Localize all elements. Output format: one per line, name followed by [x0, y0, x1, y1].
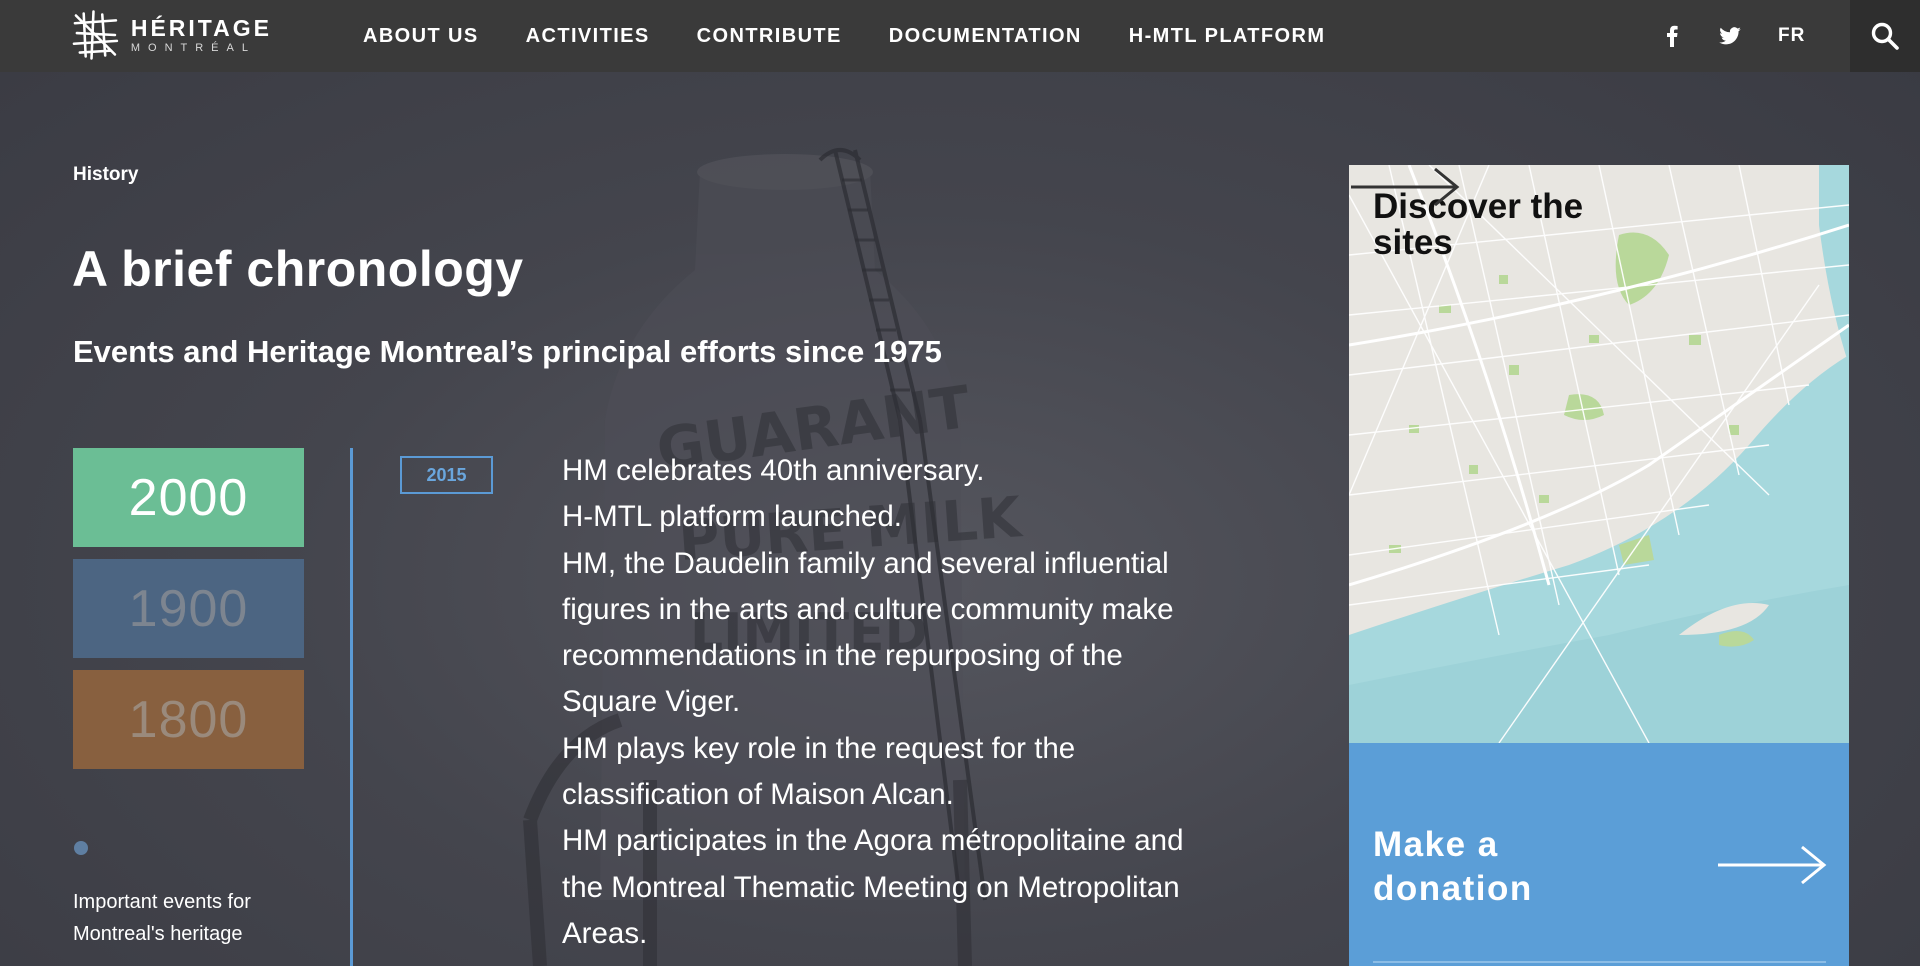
nav-item-h-mtl-platform[interactable]: H-MTL PLATFORM: [1129, 25, 1326, 48]
arrow-right-icon: [1718, 845, 1827, 885]
top-navigation-bar: HÉRITAGE MONTRÉAL ABOUT US ACTIVITIES CO…: [0, 0, 1920, 72]
event-item: H-MTL platform launched.: [562, 500, 902, 534]
event-item: HM, the Daudelin family and several infl…: [562, 546, 1174, 719]
search-icon: [1871, 22, 1899, 50]
event-item: HM celebrates 40th anniversary.: [562, 454, 985, 487]
logo-name: HÉRITAGE: [130, 14, 272, 41]
nav-item-about-us[interactable]: ABOUT US: [363, 25, 479, 48]
heritage-montreal-logo[interactable]: HÉRITAGE MONTRÉAL: [72, 6, 272, 64]
legend-dot: [74, 841, 88, 855]
breadcrumb[interactable]: History: [73, 164, 138, 186]
twitter-icon[interactable]: [1718, 24, 1742, 48]
year-badge: 2015: [400, 456, 493, 494]
page-subtitle: Events and Heritage Montreal’s principal…: [73, 334, 942, 369]
donation-divider: [1373, 961, 1826, 963]
legend-text: Important events for Montreal's heritage: [73, 891, 251, 945]
event-list: HM celebrates 40th anniversary. H-MTL pl…: [562, 448, 1202, 957]
discover-sites-card[interactable]: Discover the sites: [1349, 165, 1849, 743]
logo-city: MONTRÉAL: [130, 41, 256, 54]
era-button-1900[interactable]: 1900: [73, 559, 304, 658]
logo-hatch-icon: [72, 10, 119, 60]
nav-item-activities[interactable]: ACTIVITIES: [526, 25, 650, 48]
event-item: HM participates in the Agora métropolita…: [562, 824, 1184, 950]
page-title: A brief chronology: [72, 241, 524, 297]
make-donation-card[interactable]: Make a donation: [1349, 743, 1849, 966]
era-button-1800[interactable]: 1800: [73, 670, 304, 769]
social-links: FR: [1660, 0, 1805, 72]
donation-title: Make a donation: [1373, 825, 1533, 908]
timeline-line: [350, 448, 353, 966]
event-item: HM plays key role in the request for the…: [562, 731, 1076, 812]
main-menu: ABOUT US ACTIVITIES CONTRIBUTE DOCUMENTA…: [363, 0, 1325, 72]
nav-item-contribute[interactable]: CONTRIBUTE: [697, 25, 842, 48]
nav-item-documentation[interactable]: DOCUMENTATION: [889, 25, 1082, 48]
language-switch-fr[interactable]: FR: [1778, 25, 1805, 47]
facebook-icon[interactable]: [1660, 24, 1684, 48]
era-button-2000[interactable]: 2000: [73, 448, 304, 547]
arrow-right-icon: [1351, 167, 1460, 207]
search-button[interactable]: [1850, 0, 1920, 72]
